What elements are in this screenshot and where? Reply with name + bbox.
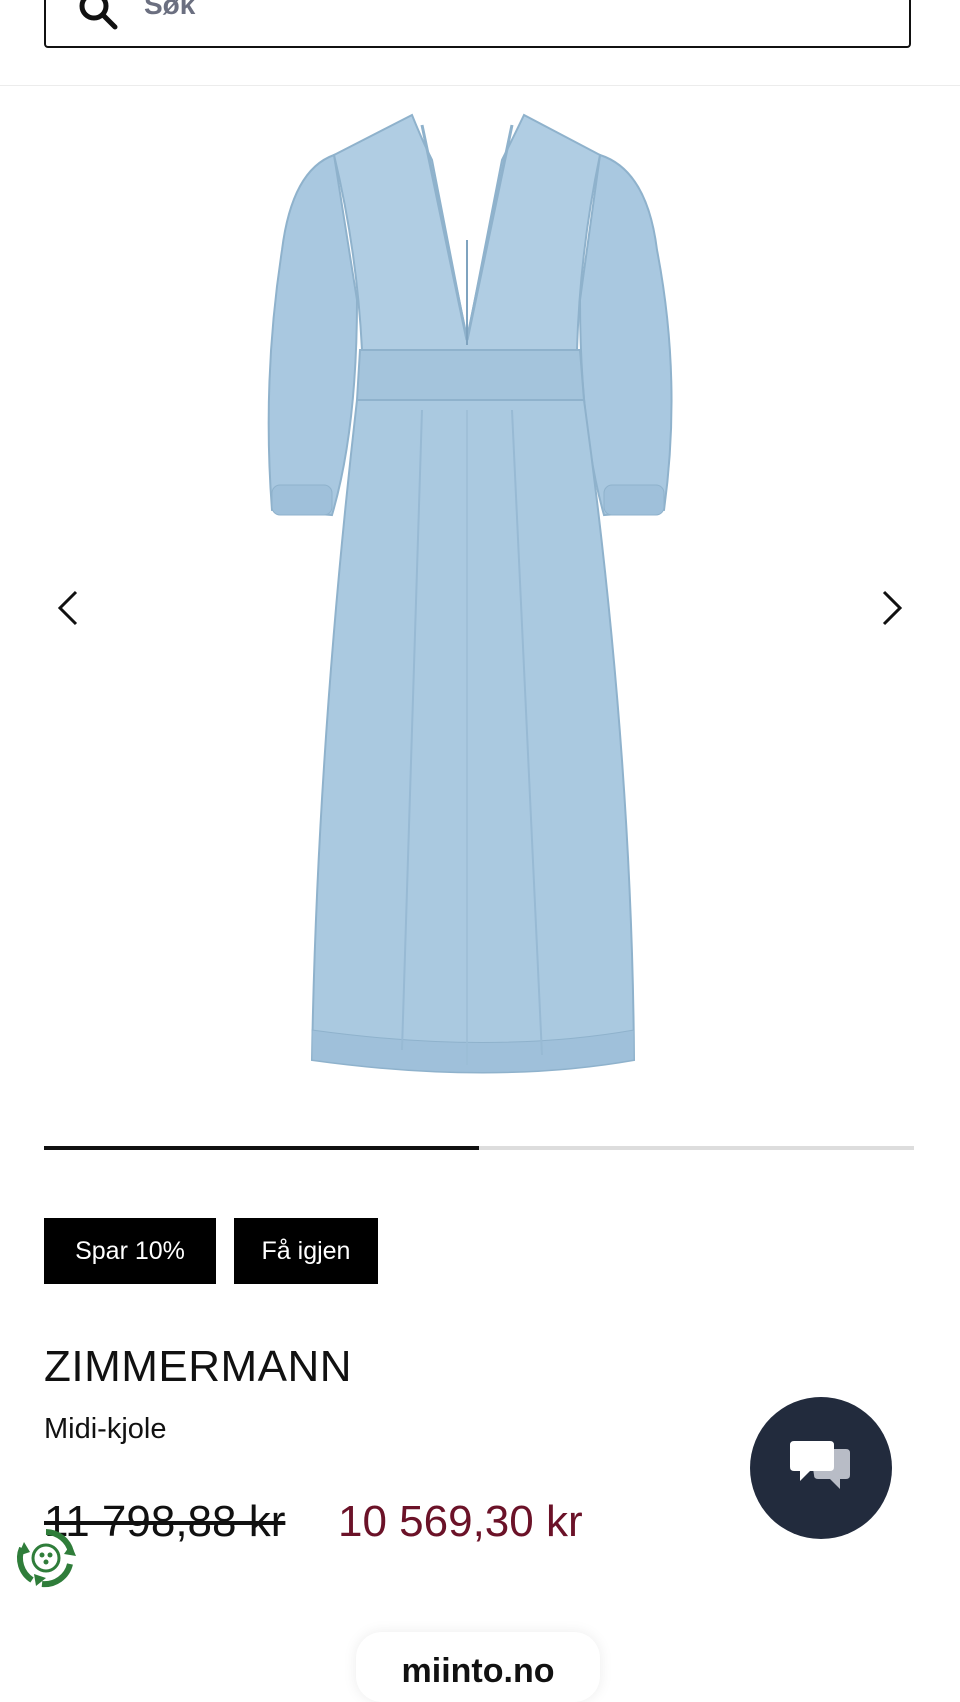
product-image-gallery[interactable] [0, 86, 960, 1116]
original-price: 11 798,88 kr [44, 1497, 286, 1546]
recycle-badge-icon[interactable] [14, 1526, 78, 1590]
discount-tag: Spar 10% [44, 1218, 216, 1284]
brand-name[interactable]: ZIMMERMANN [44, 1342, 352, 1392]
chevron-left-icon[interactable] [50, 586, 90, 630]
search-icon[interactable] [76, 0, 122, 36]
sale-price: 10 569,30 kr [338, 1497, 583, 1546]
search-bar [0, 0, 960, 86]
gallery-progress-bar [44, 1146, 914, 1150]
search-field[interactable] [44, 0, 911, 48]
search-input[interactable] [142, 0, 846, 28]
product-image[interactable] [262, 100, 682, 1100]
site-url: miinto.no [401, 1652, 555, 1690]
chat-bubbles-icon [790, 1441, 850, 1489]
chevron-right-icon[interactable] [870, 586, 910, 630]
chat-button[interactable] [750, 1397, 892, 1539]
gallery-progress-fill [44, 1146, 479, 1150]
site-url-pill: miinto.no [356, 1632, 600, 1702]
product-name: Midi-kjole [44, 1413, 167, 1445]
restock-tag: Få igjen [234, 1218, 378, 1284]
